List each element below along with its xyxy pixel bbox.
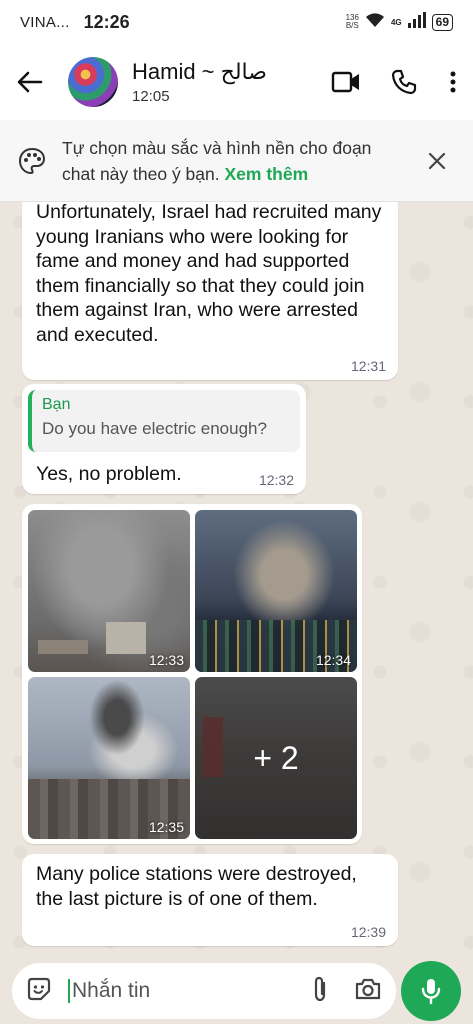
message-placeholder: Nhắn tin bbox=[68, 979, 150, 1003]
chat-area[interactable]: Unfortunately, Israel had recruited many… bbox=[0, 202, 473, 958]
camera-button[interactable] bbox=[354, 977, 382, 1006]
message-text: Unfortunately, Israel had recruited many… bbox=[36, 202, 382, 346]
quoted-sender: Bạn bbox=[42, 396, 71, 413]
palette-icon bbox=[18, 147, 46, 174]
photo-time: 12:34 bbox=[315, 652, 351, 668]
message-text: Many police stations were destroyed, the… bbox=[36, 863, 357, 910]
signal-icon bbox=[407, 11, 426, 33]
composer-actions bbox=[310, 975, 382, 1008]
paperclip-icon bbox=[314, 976, 326, 1001]
photo-thumbnail-more[interactable]: + 2 bbox=[195, 677, 357, 839]
photo-thumbnail[interactable]: 12:34 bbox=[195, 510, 357, 672]
header-actions bbox=[317, 52, 473, 112]
message-bubble[interactable]: Many police stations were destroyed, the… bbox=[22, 854, 398, 946]
arrow-left-icon bbox=[17, 71, 43, 93]
banner-close-button[interactable] bbox=[419, 143, 455, 179]
sticker-icon bbox=[27, 977, 51, 1000]
network-type: 4G bbox=[390, 17, 402, 27]
message-time: 12:39 bbox=[350, 924, 386, 940]
network-speed: 136 B/S bbox=[346, 14, 359, 30]
message-input[interactable]: Nhắn tin bbox=[12, 963, 396, 1019]
more-photos-count: + 2 bbox=[253, 739, 299, 776]
contact-name: Hamid ~ صالح bbox=[132, 59, 267, 84]
photo-album-bubble: 12:33 12:34 12:35 + 2 bbox=[22, 504, 362, 844]
attach-button[interactable] bbox=[310, 975, 330, 1008]
avatar[interactable] bbox=[68, 57, 118, 107]
see-more-link[interactable]: Xem thêm bbox=[225, 164, 309, 184]
voice-call-button[interactable] bbox=[375, 52, 433, 112]
sticker-button[interactable] bbox=[26, 976, 52, 1007]
status-clock: 12:26 bbox=[83, 11, 130, 32]
photo-thumbnail[interactable]: 12:35 bbox=[28, 677, 190, 839]
network-speed-unit: B/S bbox=[345, 21, 359, 30]
status-bar: VINA... 12:26 136 B/S 4G 69 bbox=[0, 0, 473, 44]
more-vertical-icon bbox=[450, 71, 456, 93]
photo-thumbnail[interactable]: 12:33 bbox=[28, 510, 190, 672]
photo-detail bbox=[106, 622, 146, 654]
voice-message-button[interactable] bbox=[401, 961, 461, 1021]
battery-level: 69 bbox=[431, 13, 453, 31]
video-camera-icon bbox=[331, 71, 359, 93]
photo-grid: 12:33 12:34 12:35 + 2 bbox=[28, 510, 357, 839]
status-icons: 136 B/S 4G 69 bbox=[346, 11, 453, 33]
microphone-icon bbox=[421, 979, 441, 1005]
quoted-text: Do you have electric enough? bbox=[42, 419, 267, 438]
photo-detail bbox=[38, 640, 88, 654]
phone-icon bbox=[391, 69, 417, 95]
reply-message-bubble[interactable]: Bạn Do you have electric enough? Yes, no… bbox=[22, 384, 306, 494]
more-options-button[interactable] bbox=[433, 52, 473, 112]
wifi-icon bbox=[365, 12, 385, 33]
chat-header: Hamid ~ صالح 12:05 bbox=[0, 44, 473, 120]
photo-time: 12:33 bbox=[148, 652, 184, 668]
carrier-name: VINA... bbox=[20, 13, 70, 31]
message-bubble[interactable]: Unfortunately, Israel had recruited many… bbox=[22, 202, 398, 380]
banner-text: Tự chọn màu sắc và hình nền cho đoạn cha… bbox=[62, 135, 407, 187]
banner-message: Tự chọn màu sắc và hình nền cho đoạn cha… bbox=[62, 137, 372, 184]
message-time: 12:31 bbox=[350, 358, 386, 374]
photo-time: 12:35 bbox=[148, 819, 184, 835]
more-photos-overlay: + 2 bbox=[195, 677, 357, 839]
last-seen: 12:05 bbox=[132, 88, 170, 105]
message-time: 12:32 bbox=[258, 472, 294, 488]
wallpaper-banner: Tự chọn màu sắc và hình nền cho đoạn cha… bbox=[0, 120, 473, 202]
camera-icon bbox=[355, 978, 381, 999]
contact-info[interactable]: Hamid ~ صالح 12:05 bbox=[132, 59, 267, 105]
close-icon bbox=[428, 152, 446, 169]
quoted-message[interactable]: Bạn Do you have electric enough? bbox=[28, 390, 300, 452]
composer-bar: Nhắn tin bbox=[0, 958, 473, 1024]
back-button[interactable] bbox=[0, 52, 60, 112]
video-call-button[interactable] bbox=[317, 52, 375, 112]
